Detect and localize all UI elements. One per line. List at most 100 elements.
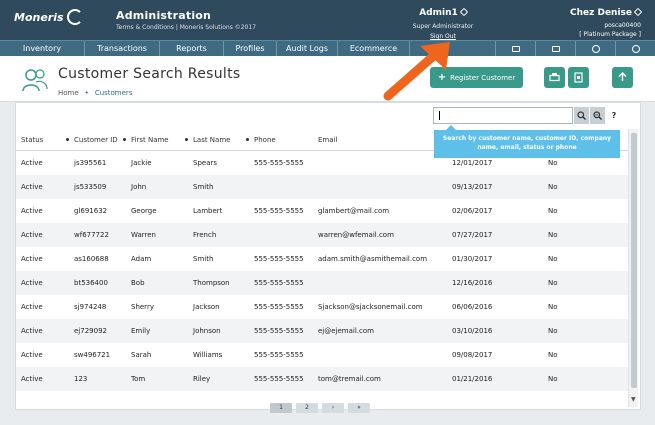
cell-first-name: George	[131, 207, 157, 215]
scroll-down-arrow-icon[interactable]: ▼	[631, 396, 636, 403]
nav-inventory[interactable]: Inventory	[0, 41, 85, 56]
settings-icon[interactable]	[615, 41, 655, 56]
nav-ecommerce[interactable]: Ecommerce	[338, 41, 410, 56]
table-row[interactable]: Active as160688 Adam Smith 555-555-5555 adam.…	[16, 247, 628, 271]
print-button[interactable]	[544, 67, 565, 88]
logo-swirl-icon	[66, 9, 83, 25]
table-row[interactable]: Active 123 Tom Riley 555-555-5555 tom@tremail…	[16, 367, 628, 391]
register-customer-button[interactable]: + Register Customer	[430, 67, 523, 88]
table-body: Active js395561 Jackie Spears 555-555-5555 12…	[16, 151, 628, 391]
cell-date: 06/06/2016	[452, 303, 493, 311]
cell-last-name: Williams	[193, 351, 223, 359]
search-input[interactable]	[433, 107, 573, 124]
col-phone[interactable]: Phone	[246, 129, 313, 151]
cell-customer-id: ej729092	[74, 327, 107, 335]
breadcrumb-separator: •	[84, 89, 89, 97]
cell-flag: No	[548, 255, 558, 263]
print-icon	[549, 73, 560, 82]
register-customer-label: Register Customer	[450, 73, 516, 82]
table-row[interactable]: Active sw496721 Sarah Williams 555-555-5555 0…	[16, 343, 628, 367]
table-row[interactable]: Active gl691632 George Lambert 555-555-5555 g…	[16, 199, 628, 223]
col-customer-id[interactable]: Customer ID	[66, 129, 126, 151]
cell-customer-id: sj974248	[74, 303, 107, 311]
cell-customer-id: js395561	[74, 159, 107, 167]
cell-flag: No	[548, 207, 558, 215]
table-row[interactable]: Active sj974248 Sherry Jackson 555-555-5555 S…	[16, 295, 628, 319]
cell-status: Active	[21, 279, 43, 287]
nav-audit-logs[interactable]: Audit Logs	[277, 41, 338, 56]
edit-pencil-icon[interactable]	[633, 7, 643, 17]
col-email[interactable]: Email	[313, 129, 447, 151]
user-name-text: Admin1	[419, 8, 458, 18]
cell-phone: 555-555-5555	[254, 303, 304, 311]
column-drag-handle-icon[interactable]	[185, 137, 188, 141]
merchant-block: Chez Denise posca00400 [ Platinum Packag…	[569, 7, 643, 38]
nav-reports[interactable]: Reports	[160, 41, 224, 56]
cell-customer-id: wf677722	[74, 231, 109, 239]
merchant-name-text: Chez Denise	[569, 8, 632, 18]
cell-flag: No	[548, 303, 558, 311]
zoom-search-icon	[593, 111, 602, 120]
search-button[interactable]	[573, 107, 589, 124]
upload-button[interactable]	[612, 67, 633, 88]
terms-link[interactable]: Terms & Conditions | Moneris Solutions ©…	[116, 24, 256, 31]
search-icon	[577, 111, 586, 120]
cell-last-name: Smith	[193, 255, 214, 263]
merchant-id: posca00400	[604, 22, 641, 29]
cell-email: tom@tremail.com	[318, 375, 381, 383]
export-button[interactable]	[568, 67, 589, 88]
cell-flag: No	[548, 351, 558, 359]
table-row[interactable]: Active ej729092 Emily Johnson 555-555-5555 ej…	[16, 319, 628, 343]
sign-out-link[interactable]: Sign Out	[398, 33, 488, 40]
moneris-logo: Moneris	[14, 9, 83, 25]
cell-email: adam.smith@asmithemail.com	[318, 255, 428, 263]
cell-first-name: Warren	[131, 231, 156, 239]
cell-first-name: John	[131, 183, 147, 191]
cell-customer-id: sw496721	[74, 351, 111, 359]
app-title: Administration	[116, 9, 212, 22]
table-scrollbar[interactable]: ▼	[628, 129, 638, 407]
printer-icon[interactable]	[495, 41, 535, 56]
cell-date: 12/01/2017	[452, 159, 493, 167]
page-1-button[interactable]: 1	[270, 403, 292, 413]
cell-date: 01/21/2016	[452, 375, 493, 383]
merchant-name[interactable]: Chez Denise	[569, 7, 643, 18]
col-last-name[interactable]: Last Name	[185, 129, 249, 151]
help-icon[interactable]	[575, 41, 615, 56]
col-phone-label: Phone	[254, 135, 276, 144]
page-2-button[interactable]: 2	[296, 403, 318, 413]
advanced-search-button[interactable]	[589, 107, 605, 124]
cell-phone: 555-555-5555	[254, 159, 304, 167]
nav-profiles[interactable]: Profiles	[224, 41, 277, 56]
next-page-button[interactable]: ›	[322, 403, 344, 413]
mail-icon[interactable]	[535, 41, 575, 56]
cell-status: Active	[21, 159, 43, 167]
cell-customer-id: as160688	[74, 255, 109, 263]
col-status[interactable]: Status	[16, 129, 69, 151]
scroll-thumb[interactable]	[631, 133, 637, 388]
table-row[interactable]: Active bt536400 Bob Thompson 555-555-5555 12/…	[16, 271, 628, 295]
cell-email: ej@ejemail.com	[318, 327, 374, 335]
search-help-button[interactable]: ?	[607, 107, 621, 124]
cell-status: Active	[21, 255, 43, 263]
last-page-button[interactable]: »	[348, 403, 370, 413]
column-drag-handle-icon[interactable]	[66, 137, 69, 141]
cell-last-name: Spears	[193, 159, 218, 167]
breadcrumb-current[interactable]: Customers	[95, 89, 133, 97]
edit-pencil-icon[interactable]	[459, 7, 469, 17]
table-row[interactable]: Active wf677722 Warren French warren@wfemail…	[16, 223, 628, 247]
export-icon	[574, 72, 583, 83]
table-row[interactable]: Active js533509 John Smith 09/13/2017 No	[16, 175, 628, 199]
cell-date: 07/27/2017	[452, 231, 493, 239]
top-header: Moneris Administration Terms & Condition…	[0, 0, 655, 40]
cell-date: 09/08/2017	[452, 351, 493, 359]
cell-last-name: Smith	[193, 183, 214, 191]
column-drag-handle-icon[interactable]	[246, 137, 249, 141]
user-name[interactable]: Admin1	[398, 7, 488, 18]
column-drag-handle-icon[interactable]	[123, 137, 126, 141]
nav-transactions[interactable]: Transactions	[85, 41, 160, 56]
col-first-name[interactable]: First Name	[123, 129, 188, 151]
cell-phone: 555-555-5555	[254, 255, 304, 263]
breadcrumb-home[interactable]: Home	[58, 89, 79, 97]
cell-first-name: Bob	[131, 279, 145, 287]
